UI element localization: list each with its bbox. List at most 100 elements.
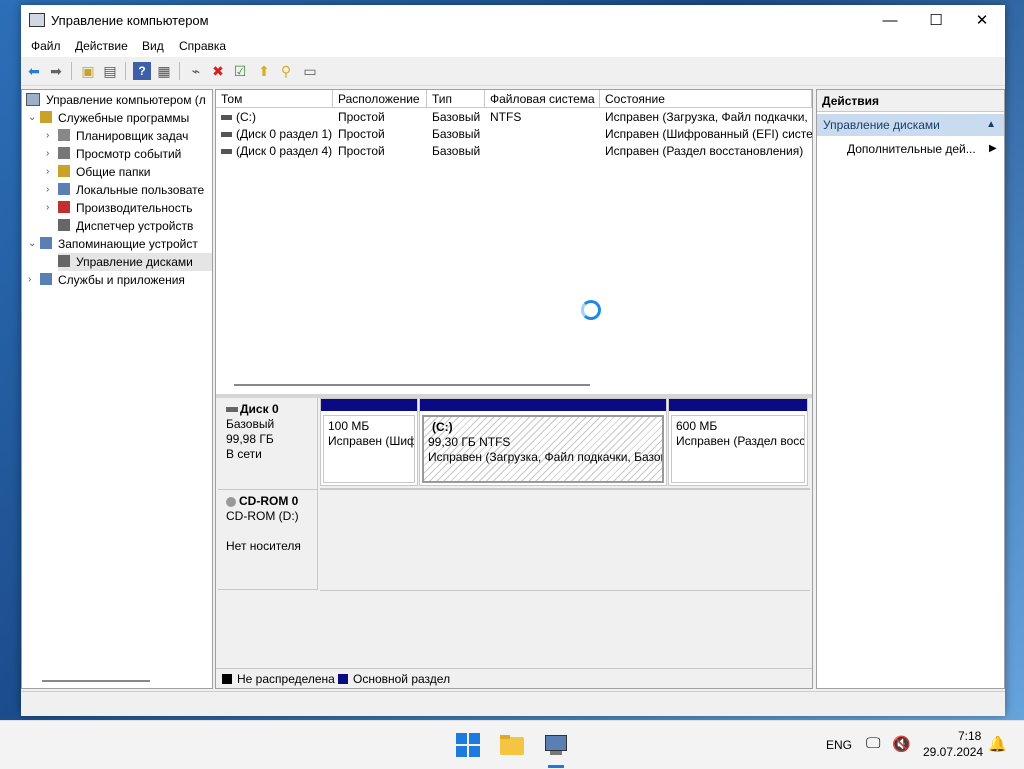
table-row[interactable]: (Диск 0 раздел 4) Простой Базовый Исправен … — [216, 143, 812, 160]
legend: Не распределена Основной раздел — [216, 668, 812, 688]
file-explorer-icon[interactable] — [498, 731, 526, 759]
table-cell-wrapper: Простой — [333, 126, 427, 143]
search-folder-icon[interactable]: ⚲ — [277, 62, 295, 80]
partition-title: (C:) — [432, 420, 453, 434]
show-hide-tree-icon[interactable]: ▤ — [101, 62, 119, 80]
actions-section-disk-management[interactable]: Управление дисками ▲ — [817, 114, 1004, 136]
table-cell-wrapper: Простой — [333, 109, 427, 126]
column-header[interactable]: Том — [216, 90, 333, 108]
table-cell-wrapper: NTFS — [485, 109, 600, 126]
language-indicator[interactable]: ENG — [826, 738, 852, 752]
partition-state: Исправен (Раздел восст — [676, 434, 805, 448]
partition-state: Исправен (Загрузка, Файл подкачки, Базов — [428, 450, 664, 464]
cdrom-icon — [226, 496, 236, 507]
table-cell-wrapper: Исправен (Раздел восстановления) — [600, 143, 812, 160]
tree-item[interactable]: Диспетчер устройств — [22, 217, 212, 235]
computer-icon — [26, 93, 40, 106]
collapse-chevron-icon[interactable]: ⌄ — [28, 109, 38, 127]
more-actions-item[interactable]: Дополнительные дей... ▶ — [847, 140, 997, 158]
maximize-button[interactable]: ☐ — [913, 5, 959, 35]
table-cell: Простой — [338, 144, 385, 158]
collapse-chevron-icon[interactable]: ⌄ — [28, 235, 38, 253]
disk-name: CD-ROM 0 — [239, 494, 299, 508]
menu-action[interactable]: Действие — [75, 39, 128, 53]
partition-size: 600 МБ — [676, 419, 718, 433]
check-icon[interactable]: ☑ — [231, 62, 249, 80]
network-icon[interactable]: 🖵 — [866, 735, 880, 752]
minimize-button[interactable]: — — [867, 5, 913, 35]
expand-chevron-icon[interactable]: › — [46, 199, 56, 217]
menu-file[interactable]: Файл — [31, 39, 61, 53]
column-header[interactable]: Состояние — [600, 90, 812, 108]
properties-icon[interactable]: ▦ — [155, 62, 173, 80]
tree-item[interactable]: › Производительность — [22, 199, 212, 217]
connect-icon[interactable]: ⌁ — [187, 62, 205, 80]
partition-size: 99,30 ГБ NTFS — [428, 435, 511, 449]
toolbar-separator — [71, 62, 72, 80]
tree-root[interactable]: Управление компьютером (л — [26, 91, 212, 109]
tree-item[interactable]: ⌄ Служебные программы — [22, 109, 212, 127]
expand-chevron-icon[interactable]: › — [46, 181, 56, 199]
expand-chevron-icon[interactable]: › — [46, 145, 56, 163]
table-row[interactable]: (Диск 0 раздел 1) Простой Базовый Исправен … — [216, 126, 812, 143]
column-header[interactable]: Тип — [427, 90, 485, 108]
tree-item[interactable]: › Планировщик задач — [22, 127, 212, 145]
clock-date[interactable]: 29.07.2024 — [923, 745, 983, 759]
tree-item[interactable]: › Просмотр событий — [22, 145, 212, 163]
center-pane: Том Расположение Тип Файловая система Состоя… — [215, 89, 813, 689]
tree-node-icon — [40, 111, 52, 123]
start-icon[interactable] — [454, 731, 482, 759]
tree-node-icon — [58, 219, 70, 231]
legend-unallocated: Не распределена — [237, 672, 335, 686]
folder-up-icon[interactable]: ⬆ — [255, 62, 273, 80]
status-bar — [21, 691, 1005, 716]
back-icon[interactable]: ⬅ — [25, 62, 43, 80]
legend-primary: Основной раздел — [353, 672, 451, 686]
disk-status: В сети — [226, 447, 262, 461]
disk-0-label[interactable]: Диск 0 Базовый 99,98 ГБ В сети — [218, 398, 318, 490]
table-cell-wrapper: (C:) — [216, 109, 333, 126]
table-cell-wrapper — [485, 143, 600, 160]
column-header[interactable]: Расположение — [333, 90, 427, 108]
table-cell-wrapper: Простой — [333, 143, 427, 160]
partition-size: 100 МБ — [328, 419, 370, 433]
delete-icon[interactable]: ✖ — [209, 62, 227, 80]
help-icon[interactable]: ? — [133, 62, 151, 80]
table-row[interactable]: (C:) Простой Базовый NTFS Исправен (Загрузка… — [216, 109, 812, 126]
collapse-up-icon[interactable]: ▲ — [986, 114, 996, 136]
expand-chevron-icon[interactable]: › — [46, 163, 56, 181]
notification-bell-icon[interactable]: 🔔 — [988, 735, 1007, 753]
tree-horizontal-scrollbar[interactable] — [42, 680, 150, 682]
tree-item[interactable]: Управление дисками — [58, 253, 212, 271]
tree-node-icon — [58, 255, 70, 267]
partition-c[interactable]: (C:) 99,30 ГБ NTFS Исправен (Загрузка, Ф… — [419, 398, 667, 486]
table-cell: Исправен (Загрузка, Файл подкачки, — [605, 110, 808, 124]
tree-node-icon — [58, 165, 70, 177]
partition-state: Исправен (Шиф — [328, 434, 415, 448]
computer-management-taskbar-icon[interactable] — [542, 731, 570, 768]
volume-list-horizontal-scrollbar[interactable] — [234, 384, 590, 386]
forward-icon[interactable]: ➡ — [47, 62, 65, 80]
list-view-icon[interactable]: ▭ — [301, 62, 319, 80]
tree-item[interactable]: › Общие папки — [22, 163, 212, 181]
partition-recovery[interactable]: 600 МБ Исправен (Раздел восст — [668, 398, 808, 486]
column-header[interactable]: Файловая система — [485, 90, 600, 108]
close-button[interactable]: ✕ — [959, 5, 1005, 35]
partition-efi[interactable]: 100 МБ Исправен (Шиф — [320, 398, 418, 486]
expand-chevron-icon[interactable]: › — [28, 271, 38, 289]
computer-management-window: Управление компьютером — ☐ ✕ Файл Действ… — [21, 5, 1005, 716]
tree-item[interactable]: ⌄ Запоминающие устройст — [22, 235, 212, 253]
tree-item[interactable]: › Службы и приложения — [22, 271, 212, 289]
window-title: Управление компьютером — [51, 13, 209, 28]
expand-chevron-icon[interactable]: › — [46, 127, 56, 145]
volume-muted-icon[interactable]: 🔇 — [892, 735, 911, 753]
title-bar: Управление компьютером — ☐ ✕ — [21, 5, 1005, 35]
menu-view[interactable]: Вид — [142, 39, 164, 53]
tree-item-label: Общие папки — [76, 165, 151, 179]
tree-item[interactable]: › Локальные пользовате — [22, 181, 212, 199]
cdrom-0-label[interactable]: CD-ROM 0 CD-ROM (D:) Нет носителя — [218, 490, 318, 590]
menu-help[interactable]: Справка — [179, 39, 226, 53]
tree-item-label: Локальные пользовате — [76, 183, 205, 197]
clock-time[interactable]: 7:18 — [958, 729, 981, 743]
up-folder-icon[interactable]: ▣ — [79, 62, 97, 80]
